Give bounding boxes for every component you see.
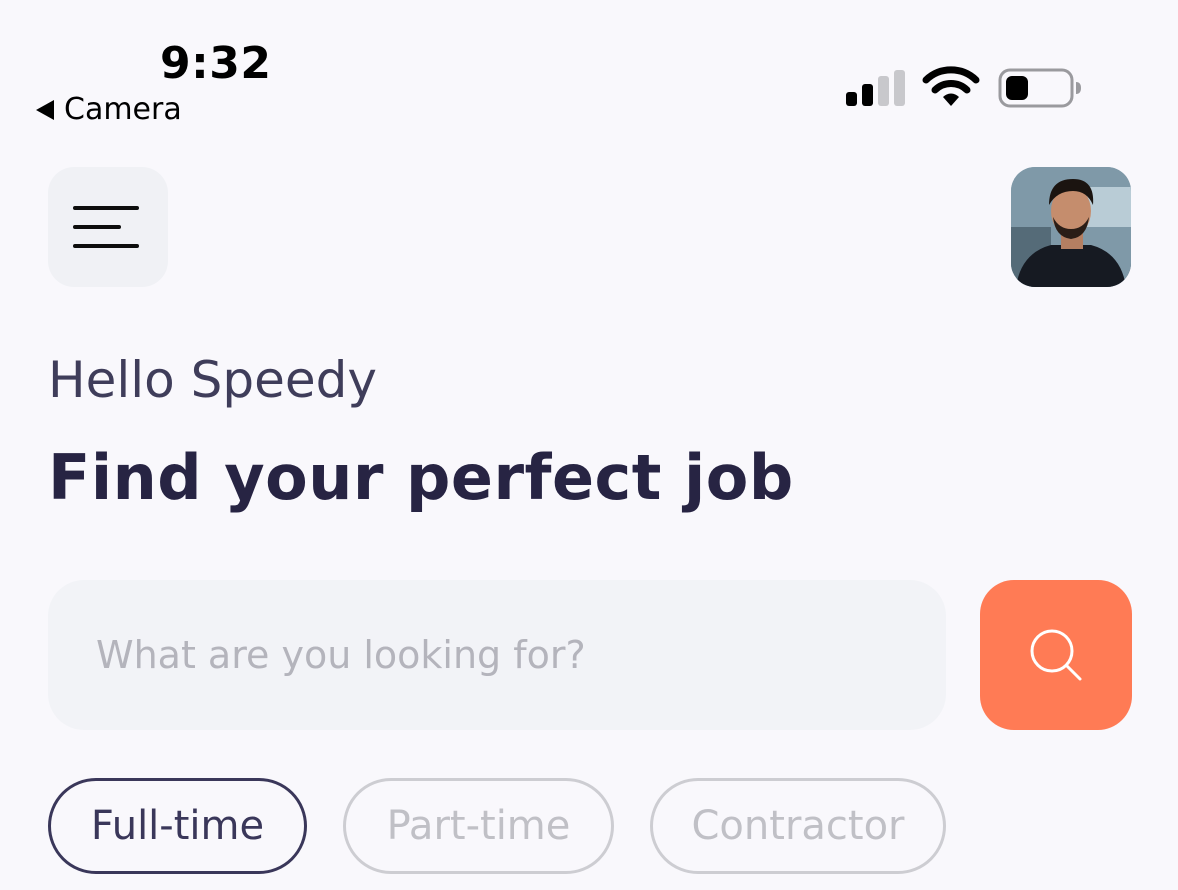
search-input[interactable] <box>48 580 946 730</box>
battery-icon <box>998 68 1081 108</box>
wifi-icon <box>922 66 980 106</box>
menu-button[interactable] <box>48 167 168 287</box>
search-icon <box>1030 629 1082 681</box>
back-to-camera-link[interactable]: Camera <box>36 92 182 128</box>
filter-chip-contractor[interactable]: Contractor <box>650 778 946 874</box>
cellular-signal-icon <box>846 70 906 106</box>
menu-line <box>73 244 139 248</box>
menu-line <box>73 225 121 229</box>
page-title: Find your perfect job <box>48 441 794 514</box>
search-button[interactable] <box>980 580 1132 730</box>
filter-chip-part-time[interactable]: Part-time <box>343 778 614 874</box>
filter-chip-full-time[interactable]: Full-time <box>48 778 307 874</box>
back-arrow-icon <box>36 100 54 120</box>
greeting-text: Hello Speedy <box>48 351 377 409</box>
menu-line <box>73 206 139 210</box>
profile-avatar[interactable] <box>1011 167 1131 287</box>
status-time: 9:32 <box>160 38 272 89</box>
back-label: Camera <box>64 92 182 127</box>
avatar-photo <box>1011 167 1131 287</box>
